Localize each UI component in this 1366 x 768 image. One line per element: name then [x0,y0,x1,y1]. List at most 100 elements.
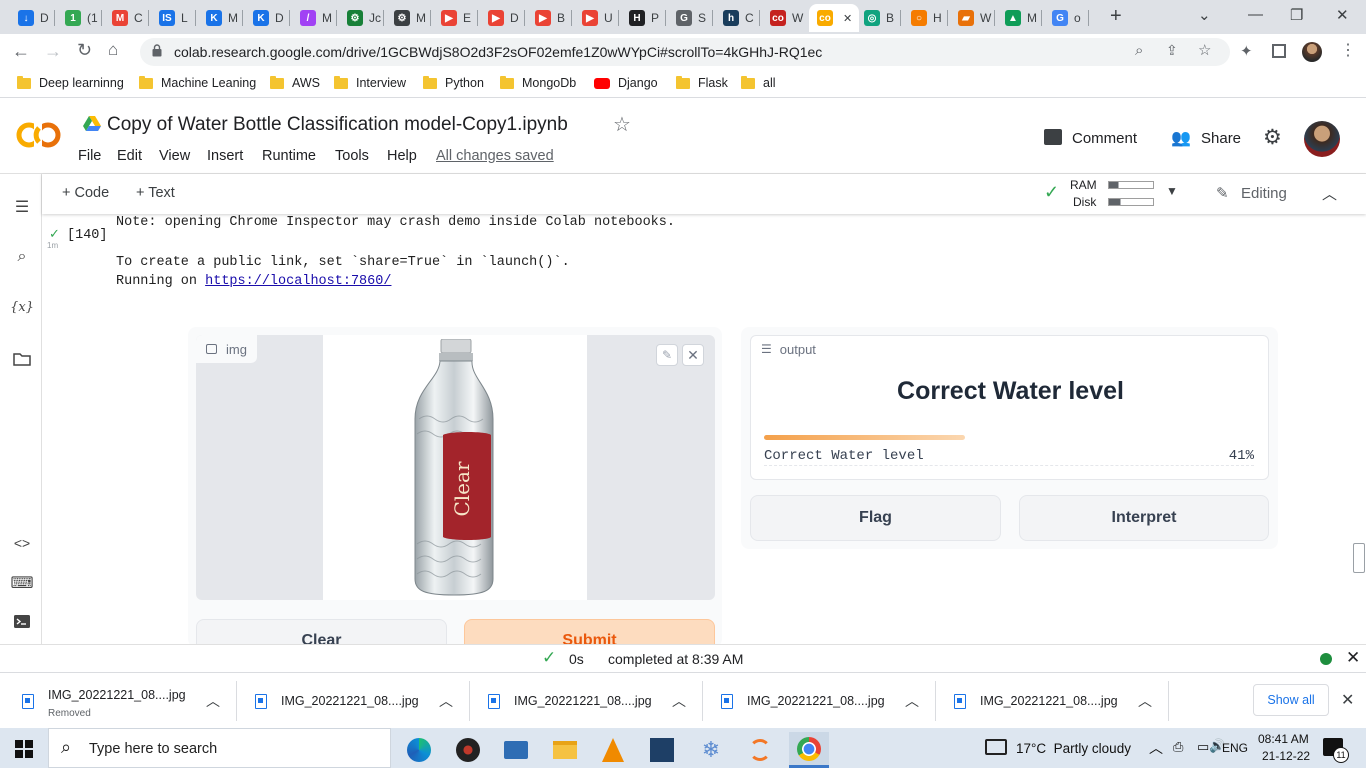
bookmark-star-icon[interactable]: ☆ [1198,41,1211,59]
minimize-icon[interactable]: — [1248,6,1263,23]
forward-icon[interactable]: → [44,41,62,62]
menu-help[interactable]: Help [387,148,417,164]
variables-icon[interactable]: {x} [10,296,34,318]
user-avatar[interactable] [1304,121,1340,157]
browser-tab[interactable]: ▰ W [950,4,993,32]
menu-view[interactable]: View [159,148,190,164]
browser-tab[interactable]: / M [292,4,335,32]
add-text-button[interactable]: + Text [136,185,175,201]
taskbar-search-box[interactable]: ⌕ Type here to search [48,728,391,768]
notebook-title[interactable]: Copy of Water Bottle Classification mode… [107,114,568,136]
profile-avatar[interactable] [1302,42,1322,62]
python-ide-icon[interactable] [642,732,682,768]
download-options-icon[interactable]: ︿ [1138,691,1152,711]
edit-image-icon[interactable]: ✎ [656,344,678,366]
jupyter-app-icon[interactable] [740,732,780,768]
browser-tab[interactable]: hC [715,4,758,32]
vlc-icon[interactable] [593,732,633,768]
browser-tab[interactable]: ▶ E [433,4,476,32]
bookmark-interview[interactable]: Interview [334,75,406,90]
clock-time[interactable]: 08:41 AM [1258,732,1309,746]
browser-tab[interactable]: KD [245,4,288,32]
tray-device-icon[interactable]: ⎙ [1173,739,1183,755]
share-page-icon[interactable]: ⇪ [1166,42,1178,59]
address-bar[interactable]: colab.research.google.com/drive/1GCBWdjS… [140,38,1230,66]
browser-tab[interactable]: ○ H [903,4,946,32]
remote-desktop-icon[interactable] [496,732,536,768]
clock-date[interactable]: 21-12-22 [1262,749,1310,763]
browser-tab[interactable]: MC [104,4,147,32]
browser-tab[interactable]: ▲ M [997,4,1040,32]
media-app-icon[interactable] [448,732,488,768]
browser-tab[interactable]: ↓ D [10,4,53,32]
terminal-icon[interactable] [11,610,33,632]
download-item[interactable]: IMG_20221221_08....jpg ︿ [721,673,919,729]
back-icon[interactable]: ← [12,41,30,62]
browser-tab[interactable]: co W [762,4,805,32]
browser-tab[interactable]: ⚙ M [386,4,429,32]
status-completed[interactable]: completed at 8:39 AM [608,651,743,667]
browser-tab[interactable]: Go [1044,4,1087,32]
download-options-icon[interactable]: ︿ [206,691,220,711]
editing-mode-button[interactable]: Editing [1241,185,1287,202]
search-icon[interactable]: ⌕ [11,246,33,268]
snowflake-app-icon[interactable]: ❄ [691,732,731,768]
table-of-contents-icon[interactable]: ☰ [11,196,33,218]
browser-tab[interactable]: IS L [151,4,194,32]
browser-tab[interactable]: ◎ B [856,4,899,32]
browser-tab-active[interactable]: co ✕ [809,4,859,32]
weather-icon[interactable] [985,739,1007,755]
collapse-header-icon[interactable]: ︿ [1322,183,1337,204]
side-panel-icon[interactable] [1272,44,1286,58]
weather-text[interactable]: 17°C Partly cloudy [1016,741,1131,756]
maximize-icon[interactable]: ❐ [1290,6,1303,24]
tray-expand-icon[interactable]: ︿ [1149,738,1163,758]
download-options-icon[interactable]: ︿ [439,691,453,711]
network-icon[interactable]: ▭ [1197,739,1209,755]
menu-tools[interactable]: Tools [335,148,369,164]
download-item[interactable]: IMG_20221221_08....jpg Removed ︿ [22,673,220,729]
comment-button[interactable]: Comment [1072,130,1137,147]
code-snippets-icon[interactable]: <> [11,532,33,554]
download-item[interactable]: IMG_20221221_08....jpg ︿ [488,673,686,729]
browser-tab[interactable]: ⚙ Jc [339,4,382,32]
tab-close-icon[interactable]: ✕ [843,12,852,25]
show-all-downloads-button[interactable]: Show all [1253,684,1329,716]
bookmark-django[interactable]: Django [594,76,658,90]
window-close-icon[interactable]: ✕ [1336,6,1349,24]
close-downloads-icon[interactable]: ✕ [1341,690,1354,710]
file-explorer-icon[interactable] [545,732,585,768]
menu-runtime[interactable]: Runtime [262,148,316,164]
extensions-icon[interactable]: ✦ [1240,42,1253,60]
share-button[interactable]: Share [1201,130,1241,147]
edge-app-icon[interactable] [399,732,439,768]
home-icon[interactable]: ⌂ [108,40,118,60]
flag-button[interactable]: Flag [750,495,1001,541]
remove-image-icon[interactable]: ✕ [682,344,704,366]
browser-tab[interactable]: ▶ U [574,4,617,32]
browser-tab[interactable]: GS [668,4,711,32]
add-code-button[interactable]: + Code [62,185,109,201]
star-icon[interactable]: ☆ [613,112,631,137]
save-status-link[interactable]: All changes saved [436,148,554,164]
bookmark-aws[interactable]: AWS [270,75,320,90]
files-folder-icon[interactable] [11,348,33,370]
localhost-link[interactable]: https://localhost:7860/ [205,274,391,289]
browser-tab[interactable]: ▶ D [480,4,523,32]
notebook-scrollbar-thumb[interactable] [1353,543,1365,573]
menu-edit[interactable]: Edit [117,148,142,164]
interpret-button[interactable]: Interpret [1019,495,1269,541]
settings-gear-icon[interactable]: ⚙ [1263,125,1282,150]
download-options-icon[interactable]: ︿ [672,691,686,711]
browser-tab[interactable]: 1 (1 [57,4,100,32]
bookmark-all[interactable]: all [741,75,776,90]
bookmark-machine-leaning[interactable]: Machine Leaning [139,75,256,90]
colab-logo[interactable] [16,121,62,149]
browser-menu-icon[interactable]: ⋮ [1340,40,1356,60]
download-options-icon[interactable]: ︿ [905,691,919,711]
tab-search-icon[interactable]: ⌄ [1198,6,1211,24]
resources-dropdown-icon[interactable]: ▼ [1166,184,1178,198]
bookmark-mongodb[interactable]: MongoDb [500,75,576,90]
zoom-icon[interactable]: ⌕ [1135,42,1143,59]
browser-tab[interactable]: ▶ B [527,4,570,32]
